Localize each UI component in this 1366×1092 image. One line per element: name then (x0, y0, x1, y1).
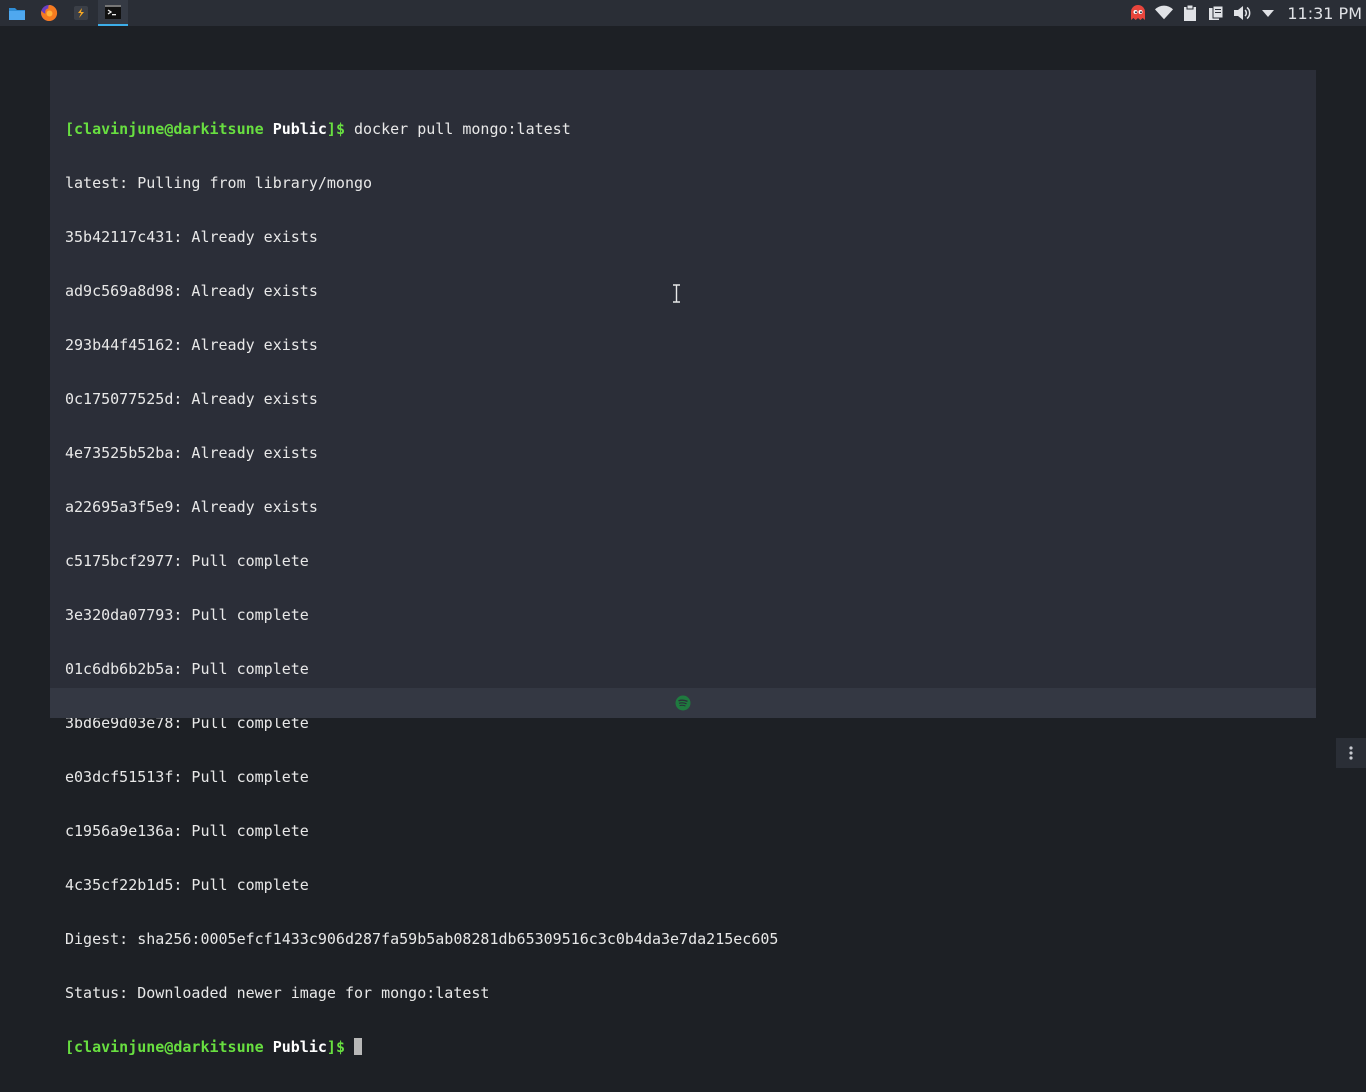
ghost-icon[interactable] (1129, 4, 1147, 22)
active-prompt-line[interactable]: [clavinjune@darkitsune Public]$ (65, 1038, 1306, 1056)
terminal-output[interactable]: [clavinjune@darkitsune Public]$ docker p… (65, 84, 1306, 1092)
output-line: c5175bcf2977: Pull complete (65, 552, 309, 570)
clipboard-icon[interactable] (1181, 4, 1199, 22)
output-line: 4c35cf22b1d5: Pull complete (65, 876, 309, 894)
text-editor-launcher[interactable] (66, 0, 96, 26)
prompt-user-host: clavinjune@darkitsune (74, 120, 264, 138)
output-line: ad9c569a8d98: Already exists (65, 282, 318, 300)
terminal-status-bar (50, 688, 1316, 718)
output-line: latest: Pulling from library/mongo (65, 174, 373, 192)
output-line: Status: Downloaded newer image for mongo… (65, 984, 490, 1002)
folder-icon (9, 8, 25, 20)
file-manager-launcher[interactable] (2, 0, 32, 26)
sublime-icon (74, 6, 88, 20)
notes-icon[interactable] (1207, 4, 1225, 22)
prompt-symbol: $ (335, 120, 345, 138)
output-line: 4e73525b52ba: Already exists (65, 444, 318, 462)
text-cursor (354, 1038, 362, 1055)
output-line: 01c6db6b2b5a: Pull complete (65, 660, 309, 678)
output-line: 35b42117c431: Already exists (65, 228, 318, 246)
terminal-window[interactable]: [clavinjune@darkitsune Public]$ docker p… (50, 70, 1316, 1056)
volume-icon[interactable] (1233, 4, 1251, 22)
output-line: 3e320da07793: Pull complete (65, 606, 309, 624)
top-panel: 11:31 PM (0, 0, 1366, 26)
prompt-symbol: $ (335, 1038, 345, 1056)
command-text: docker pull mongo:latest (354, 120, 571, 138)
output-line: c1956a9e136a: Pull complete (65, 822, 309, 840)
terminal-launcher[interactable] (98, 0, 128, 26)
output-line: 0c175077525d: Already exists (65, 390, 318, 408)
more-vertical-icon (1349, 746, 1353, 760)
spotify-icon[interactable] (675, 695, 691, 711)
output-line: Digest: sha256:0005efcf1433c906d287fa59b… (65, 930, 779, 948)
ibeam-cursor-icon (673, 284, 680, 303)
command-line: [clavinjune@darkitsune Public]$ docker p… (65, 120, 571, 138)
wifi-icon[interactable] (1155, 4, 1174, 22)
prompt-dir: Public (272, 1038, 327, 1056)
clock[interactable]: 11:31 PM (1287, 4, 1362, 23)
terminal-icon (105, 5, 121, 19)
prompt-user-host: clavinjune@darkitsune (74, 1038, 264, 1056)
output-line: e03dcf51513f: Pull complete (65, 768, 309, 786)
firefox-launcher[interactable] (34, 0, 64, 26)
chevron-down-icon[interactable] (1259, 4, 1277, 22)
system-tray: 11:31 PM (1125, 0, 1366, 26)
corner-menu-button[interactable] (1336, 738, 1366, 768)
prompt-dir: Public (272, 120, 327, 138)
output-line: a22695a3f5e9: Already exists (65, 498, 318, 516)
firefox-icon (41, 4, 58, 21)
output-line: 293b44f45162: Already exists (65, 336, 318, 354)
